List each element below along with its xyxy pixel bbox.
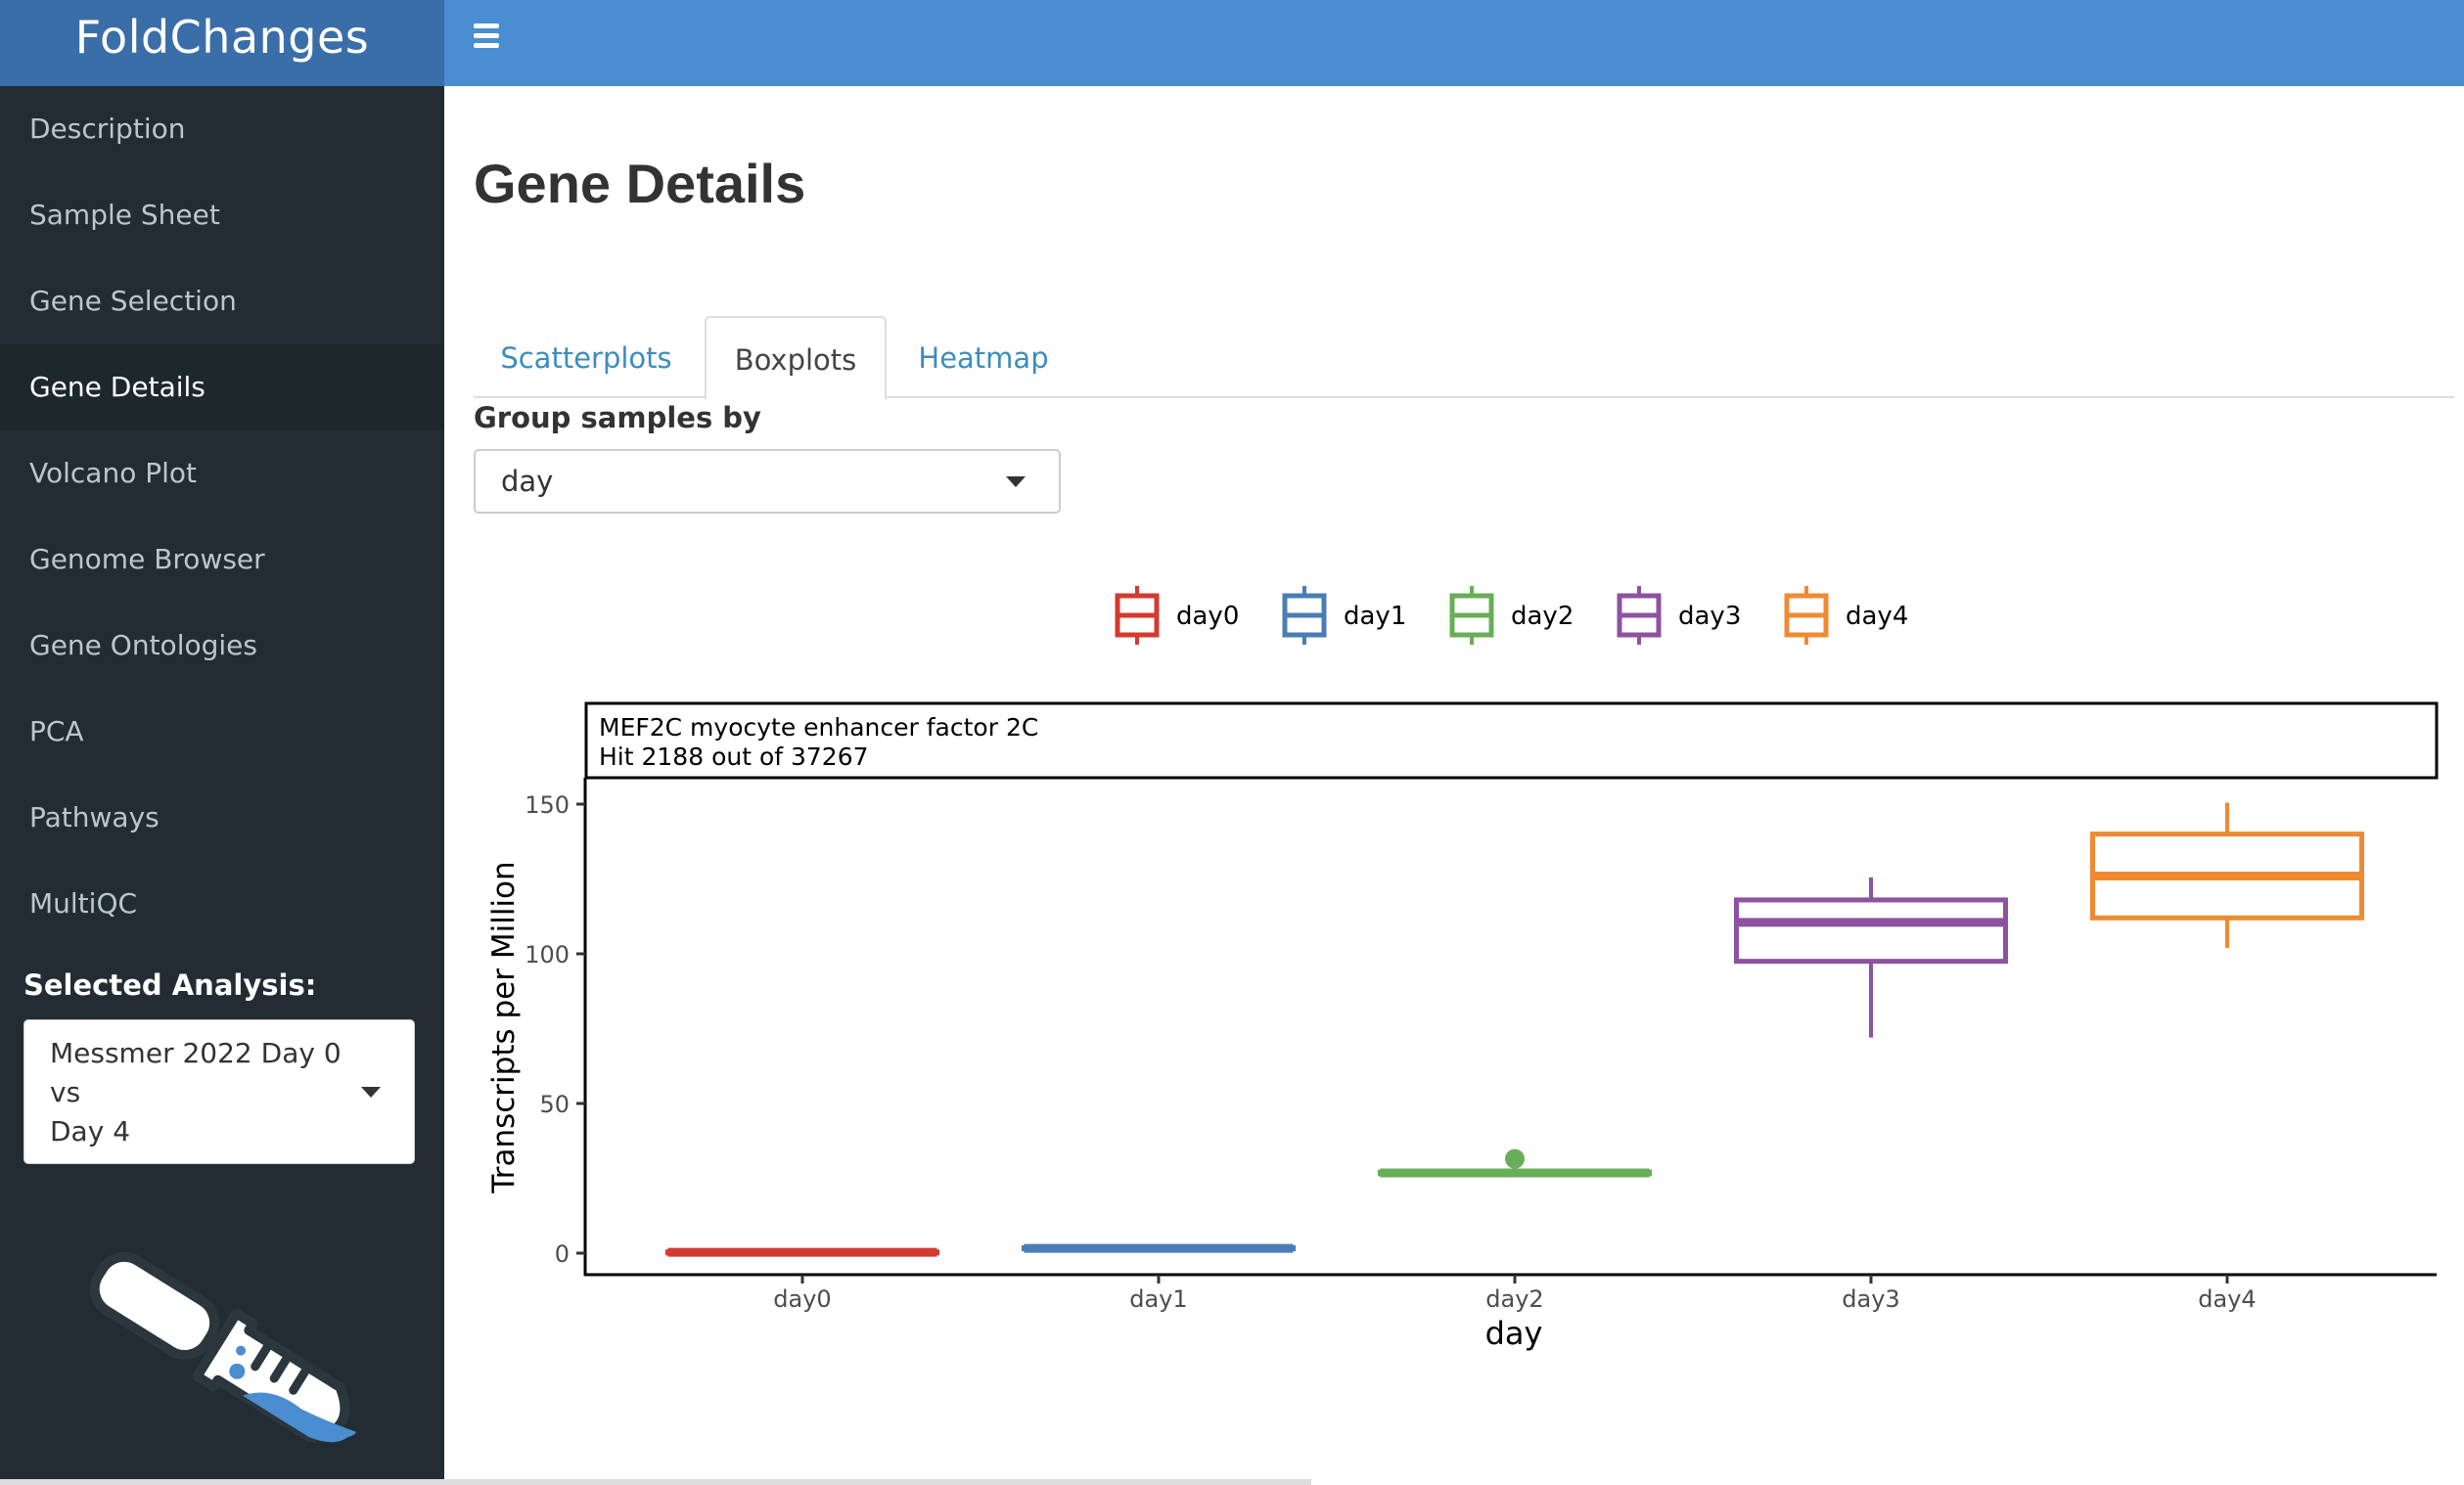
sidebar-item-description[interactable]: Description: [0, 86, 444, 172]
chart-title: MEF2C myocyte enhancer factor 2C: [599, 713, 1038, 742]
legend-label: day0: [1176, 602, 1239, 631]
box-day0: [665, 1247, 939, 1257]
legend-item-day3: day3: [1617, 586, 1741, 645]
chart-subtitle: Hit 2188 out of 37267: [599, 742, 869, 771]
sidebar-item-gene-details[interactable]: Gene Details: [0, 344, 444, 430]
sidebar-menu: Description Sample Sheet Gene Selection …: [0, 86, 444, 947]
x-tick-label: day2: [1485, 1285, 1543, 1313]
sidebar-item-volcano-plot[interactable]: Volcano Plot: [0, 430, 444, 517]
box-day3: [1734, 877, 2008, 1038]
horizontal-scrollbar[interactable]: [0, 1479, 1311, 1485]
selected-analysis-value-line2: Day 4: [50, 1115, 131, 1148]
x-tick-label: day0: [773, 1285, 831, 1313]
legend-item-day1: day1: [1282, 586, 1406, 645]
sidebar: FoldChanges Description Sample Sheet Gen…: [0, 0, 444, 1485]
y-tick-label: 50: [539, 1091, 570, 1118]
legend-label: day1: [1344, 602, 1406, 631]
box-iqr: [1734, 897, 2008, 965]
selected-analysis-label: Selected Analysis:: [23, 968, 317, 1002]
legend-item-day4: day4: [1784, 586, 1908, 645]
page-title: Gene Details: [474, 153, 806, 214]
box-day1: [1022, 1243, 1296, 1253]
legend-label: day2: [1511, 602, 1574, 631]
tab-boxplots[interactable]: Boxplots: [705, 316, 887, 400]
x-axis-ticks: day0 day1 day2 day3 day4: [773, 1275, 2257, 1313]
tab-bar: Scatterplots Boxplots Heatmap: [474, 316, 2454, 400]
y-tick-label: 0: [555, 1240, 570, 1268]
sidebar-item-pathways[interactable]: Pathways: [0, 775, 444, 861]
outlier-point: [1505, 1148, 1525, 1169]
x-tick-label: day1: [1129, 1285, 1187, 1313]
box-day4: [2090, 802, 2364, 948]
x-tick-label: day4: [2198, 1285, 2256, 1313]
chart-legend: day0 day1 day2 day3 day4: [1115, 586, 1908, 645]
legend-label: day3: [1678, 602, 1741, 631]
x-tick-label: day3: [1842, 1285, 1899, 1313]
pipette-logo-icon: [89, 1251, 356, 1443]
selected-analysis-value-line1: Messmer 2022 Day 0 vs: [50, 1037, 342, 1108]
y-tick-label: 150: [525, 791, 570, 819]
sidebar-item-genome-browser[interactable]: Genome Browser: [0, 517, 444, 603]
tab-heatmap[interactable]: Heatmap: [890, 316, 1076, 398]
group-samples-select[interactable]: day: [474, 449, 1061, 514]
sidebar-item-pca[interactable]: PCA: [0, 689, 444, 775]
group-samples-value: day: [501, 465, 554, 498]
y-axis-label: Transcripts per Million: [486, 861, 522, 1193]
caret-down-icon: [1006, 476, 1026, 487]
x-axis-label: day: [1485, 1315, 1543, 1352]
y-tick-label: 100: [525, 941, 570, 968]
group-samples-label: Group samples by: [474, 401, 761, 434]
legend-item-day0: day0: [1115, 586, 1239, 645]
legend-item-day2: day2: [1449, 586, 1574, 645]
top-navbar: [444, 0, 2464, 86]
tab-scatterplots[interactable]: Scatterplots: [474, 316, 699, 398]
boxplot-chart: day0 day1 day2 day3 day4 MEF2C myocyte enhan…: [486, 586, 2439, 1352]
caret-down-icon: [361, 1087, 381, 1098]
sidebar-item-gene-ontologies[interactable]: Gene Ontologies: [0, 603, 444, 689]
app-logo-title[interactable]: FoldChanges: [0, 0, 444, 86]
sidebar-item-gene-selection[interactable]: Gene Selection: [0, 258, 444, 344]
legend-label: day4: [1846, 602, 1908, 631]
box-day2: [1378, 1148, 1652, 1178]
boxplot-marks: [665, 802, 2364, 1257]
sidebar-item-sample-sheet[interactable]: Sample Sheet: [0, 172, 444, 258]
hamburger-icon[interactable]: [474, 23, 499, 49]
sidebar-item-multiqc[interactable]: MultiQC: [0, 861, 444, 947]
selected-analysis-select[interactable]: Messmer 2022 Day 0 vs Day 4: [23, 1019, 415, 1164]
y-axis-ticks: 0 50 100 150: [525, 791, 585, 1268]
